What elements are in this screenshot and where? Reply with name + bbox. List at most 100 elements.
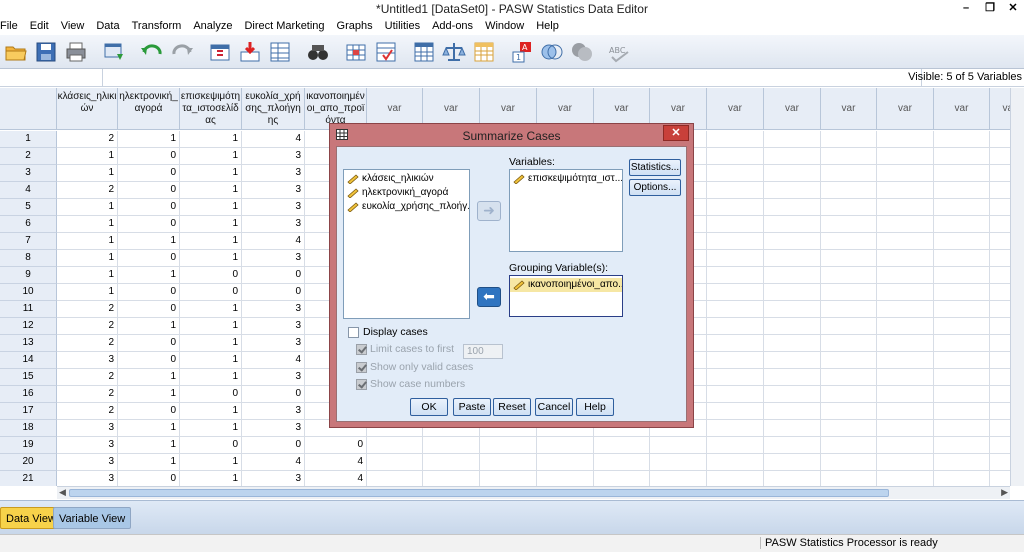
use-sets-icon[interactable] bbox=[540, 40, 564, 64]
table-cell[interactable] bbox=[934, 148, 990, 165]
tab-variable-view[interactable]: Variable View bbox=[53, 507, 132, 529]
table-cell[interactable]: 0 bbox=[118, 165, 180, 182]
column-header-var[interactable]: var bbox=[764, 88, 821, 130]
cell-value-editor[interactable] bbox=[104, 69, 922, 86]
menu-analyze[interactable]: Analyze bbox=[193, 18, 238, 35]
spell-check-icon[interactable]: ABC bbox=[608, 40, 632, 64]
table-cell[interactable] bbox=[537, 454, 594, 471]
table-cell[interactable]: 3 bbox=[242, 369, 305, 386]
table-cell[interactable]: 0 bbox=[118, 403, 180, 420]
table-cell[interactable] bbox=[707, 131, 764, 148]
table-cell[interactable] bbox=[877, 284, 934, 301]
table-cell[interactable] bbox=[707, 148, 764, 165]
table-cell[interactable] bbox=[423, 437, 480, 454]
reset-button[interactable]: Reset bbox=[493, 398, 531, 416]
row-header[interactable]: 21 bbox=[0, 471, 57, 486]
row-header[interactable]: 6 bbox=[0, 216, 57, 233]
menu-direct-marketing[interactable]: Direct Marketing bbox=[244, 18, 330, 35]
table-cell[interactable]: 1 bbox=[57, 148, 118, 165]
row-header[interactable]: 2 bbox=[0, 148, 57, 165]
vertical-scrollbar[interactable] bbox=[1010, 88, 1024, 486]
table-cell[interactable] bbox=[821, 301, 877, 318]
table-cell[interactable] bbox=[764, 199, 821, 216]
table-cell[interactable] bbox=[764, 471, 821, 486]
table-cell[interactable] bbox=[934, 199, 990, 216]
table-cell[interactable] bbox=[934, 165, 990, 182]
dialog-recall-icon[interactable] bbox=[102, 40, 126, 64]
table-cell[interactable]: 0 bbox=[118, 301, 180, 318]
table-cell[interactable] bbox=[877, 369, 934, 386]
table-cell[interactable]: 3 bbox=[242, 148, 305, 165]
table-cell[interactable] bbox=[821, 250, 877, 267]
table-cell[interactable]: 1 bbox=[57, 284, 118, 301]
row-header[interactable]: 7 bbox=[0, 233, 57, 250]
table-cell[interactable] bbox=[707, 284, 764, 301]
row-header[interactable]: 18 bbox=[0, 420, 57, 437]
table-cell[interactable] bbox=[821, 437, 877, 454]
table-cell[interactable]: 2 bbox=[57, 403, 118, 420]
table-cell[interactable] bbox=[764, 131, 821, 148]
table-cell[interactable]: 3 bbox=[242, 216, 305, 233]
restore-button[interactable]: ❐ bbox=[978, 0, 1002, 18]
goto-case-icon[interactable] bbox=[208, 40, 232, 64]
table-cell[interactable]: 3 bbox=[57, 420, 118, 437]
row-header[interactable]: 15 bbox=[0, 369, 57, 386]
table-cell[interactable] bbox=[877, 471, 934, 486]
table-cell[interactable] bbox=[707, 182, 764, 199]
table-cell[interactable] bbox=[934, 216, 990, 233]
row-header[interactable]: 19 bbox=[0, 437, 57, 454]
print-icon[interactable] bbox=[64, 40, 88, 64]
table-cell[interactable] bbox=[764, 233, 821, 250]
list-item[interactable]: ηλεκτρονική_αγορά bbox=[344, 186, 469, 200]
list-item[interactable]: επισκεψιμότητα_ιστ... bbox=[510, 172, 622, 186]
table-cell[interactable] bbox=[707, 335, 764, 352]
goto-variable-icon[interactable] bbox=[238, 40, 262, 64]
table-cell[interactable] bbox=[594, 471, 650, 486]
table-cell[interactable] bbox=[764, 437, 821, 454]
table-cell[interactable]: 2 bbox=[57, 131, 118, 148]
table-cell[interactable]: 1 bbox=[180, 216, 242, 233]
table-cell[interactable] bbox=[707, 403, 764, 420]
row-header[interactable]: 12 bbox=[0, 318, 57, 335]
table-cell[interactable] bbox=[707, 437, 764, 454]
table-cell[interactable] bbox=[367, 471, 423, 486]
table-cell[interactable] bbox=[537, 437, 594, 454]
list-item[interactable]: ικανοποιημένοι_απο... bbox=[510, 278, 622, 292]
cell-name-box[interactable] bbox=[0, 69, 103, 86]
table-cell[interactable]: 2 bbox=[57, 335, 118, 352]
table-cell[interactable] bbox=[707, 318, 764, 335]
table-cell[interactable] bbox=[480, 454, 537, 471]
table-cell[interactable] bbox=[707, 386, 764, 403]
table-cell[interactable] bbox=[707, 369, 764, 386]
row-header[interactable]: 3 bbox=[0, 165, 57, 182]
table-cell[interactable] bbox=[877, 318, 934, 335]
table-cell[interactable] bbox=[764, 182, 821, 199]
table-cell[interactable] bbox=[707, 267, 764, 284]
move-to-variables-button[interactable]: ➜ bbox=[477, 201, 501, 221]
table-cell[interactable] bbox=[764, 267, 821, 284]
table-cell[interactable]: 1 bbox=[118, 386, 180, 403]
table-cell[interactable]: 3 bbox=[242, 301, 305, 318]
column-header[interactable]: επισκεψιμότη τα_ιστοσελίδ ας bbox=[180, 88, 242, 130]
table-cell[interactable] bbox=[707, 471, 764, 486]
table-cell[interactable]: 1 bbox=[118, 131, 180, 148]
menu-transform[interactable]: Transform bbox=[132, 18, 188, 35]
table-cell[interactable]: 0 bbox=[118, 335, 180, 352]
table-cell[interactable] bbox=[877, 250, 934, 267]
variables-icon[interactable] bbox=[268, 40, 292, 64]
show-case-numbers-checkbox[interactable] bbox=[356, 379, 367, 390]
table-cell[interactable] bbox=[877, 182, 934, 199]
show-valid-checkbox[interactable] bbox=[356, 362, 367, 373]
table-cell[interactable] bbox=[821, 199, 877, 216]
table-cell[interactable]: 4 bbox=[305, 454, 367, 471]
row-header[interactable]: 9 bbox=[0, 267, 57, 284]
table-cell[interactable]: 4 bbox=[242, 352, 305, 369]
table-cell[interactable] bbox=[821, 233, 877, 250]
scroll-left-icon[interactable]: ◀ bbox=[59, 487, 66, 498]
table-cell[interactable]: 3 bbox=[242, 165, 305, 182]
table-cell[interactable] bbox=[877, 165, 934, 182]
table-cell[interactable] bbox=[707, 233, 764, 250]
table-cell[interactable] bbox=[764, 352, 821, 369]
table-cell[interactable]: 1 bbox=[118, 318, 180, 335]
table-cell[interactable] bbox=[480, 437, 537, 454]
